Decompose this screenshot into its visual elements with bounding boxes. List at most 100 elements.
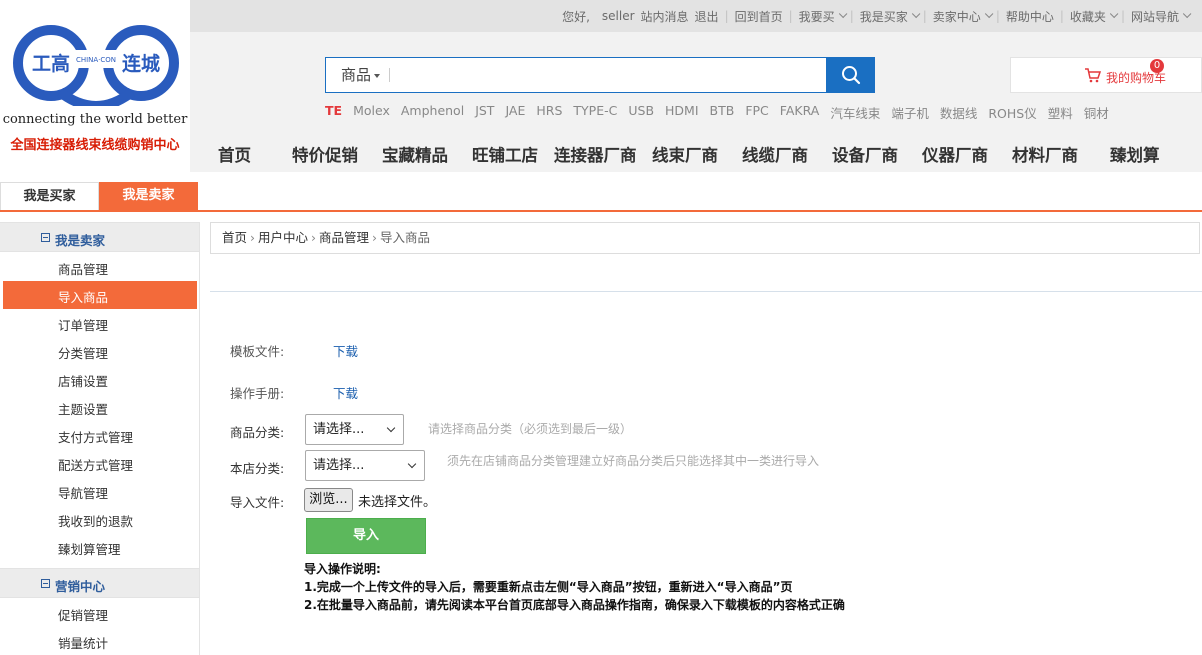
hot-word[interactable]: TE [325, 103, 342, 122]
nav-instrument-makers[interactable]: 仪器厂商 [922, 142, 988, 166]
favorites-menu[interactable]: 收藏夹 [1070, 8, 1106, 25]
hot-word[interactable]: 数据线 [940, 103, 978, 122]
search-button[interactable] [826, 57, 875, 93]
cart-button[interactable]: 我的购物车 0 [1010, 57, 1202, 93]
hot-word[interactable]: ROHS仪 [988, 103, 1036, 122]
hot-word[interactable]: Amphenol [401, 103, 464, 122]
manual-download-link[interactable]: 下载 [333, 383, 358, 402]
nav-treasures[interactable]: 宝藏精品 [382, 142, 448, 166]
search-bar: 商品 [325, 57, 875, 93]
logo-mark-icon: 工高 CHINA·CON 连城 [13, 25, 179, 106]
hot-word[interactable]: 汽车线束 [830, 103, 880, 122]
username-link[interactable]: seller [602, 9, 635, 23]
breadcrumb-home[interactable]: 首页 [222, 230, 247, 245]
divider: | [1059, 9, 1064, 23]
hot-word[interactable]: 端子机 [891, 103, 929, 122]
import-button[interactable]: 导入 [306, 518, 426, 554]
hot-word[interactable]: 铜材 [1084, 103, 1109, 122]
buyer-menu[interactable]: 我是买家 [860, 8, 908, 25]
site-logo[interactable]: 工高 CHINA·CON 连城 connecting the world bet… [0, 0, 190, 172]
divider [210, 291, 1202, 292]
buy-menu[interactable]: 我要买 [799, 8, 835, 25]
nav-equipment-makers[interactable]: 设备厂商 [832, 142, 898, 166]
chevron-down-icon [984, 9, 994, 19]
site-nav-menu[interactable]: 网站导航 [1131, 8, 1179, 25]
breadcrumb: 首页 › 用户中心 › 商品管理 › 导入商品 [210, 222, 1200, 254]
nav-material-makers[interactable]: 材料厂商 [1012, 142, 1078, 166]
search-input[interactable] [396, 60, 816, 90]
hot-word[interactable]: FPC [745, 103, 768, 122]
sidebar-item-theme-settings[interactable]: 主题设置 [58, 399, 108, 418]
sidebar-item-sales-stats[interactable]: 销量统计 [58, 633, 108, 652]
sidebar-item-shipping-methods[interactable]: 配送方式管理 [58, 455, 133, 474]
help-link[interactable]: 帮助中心 [1006, 8, 1054, 25]
browse-button[interactable]: 浏览... [304, 488, 353, 512]
breadcrumb-product-management[interactable]: 商品管理 [319, 230, 369, 245]
sidebar-item-deals-management[interactable]: 臻划算管理 [58, 539, 121, 558]
nav-deals[interactable]: 臻划算 [1110, 142, 1160, 166]
seller-center-menu[interactable]: 卖家中心 [933, 8, 981, 25]
template-download-link[interactable]: 下载 [333, 341, 358, 360]
store-category-select[interactable]: 请选择... [305, 450, 425, 481]
divider: | [922, 9, 927, 23]
hot-word[interactable]: TYPE-C [573, 103, 617, 122]
sidebar-item-store-settings[interactable]: 店铺设置 [58, 371, 108, 390]
sidebar-item-navigation[interactable]: 导航管理 [58, 483, 108, 502]
hot-word[interactable]: JAE [505, 103, 525, 122]
sidebar-item-refunds[interactable]: 我收到的退款 [58, 511, 133, 530]
logo-subtitle: 全国连接器线束线缆购销中心 [10, 138, 180, 153]
hot-word[interactable]: FAKRA [780, 103, 820, 122]
divider: | [849, 9, 854, 23]
sidebar-section-marketing[interactable]: 营销中心 [0, 568, 199, 598]
manual-label: 操作手册: [230, 386, 285, 401]
home-link[interactable]: 回到首页 [735, 8, 783, 25]
divider [389, 68, 390, 82]
sidebar-item-payment-methods[interactable]: 支付方式管理 [58, 427, 133, 446]
chevron-down-icon [911, 9, 921, 19]
sidebar-item-products[interactable]: 商品管理 [58, 259, 108, 278]
note-2: 2.在批量导入商品前，请先阅读本平台首页底部导入商品操作指南，确保录入下载模板的… [304, 598, 845, 612]
nav-connector-makers[interactable]: 连接器厂商 [554, 142, 637, 166]
logo-left-text: 工高 [32, 52, 70, 75]
note-1: 1.完成一个上传文件的导入后，需要重新点击左侧“导入商品”按钮，重新进入“导入商… [304, 580, 793, 594]
nav-stores[interactable]: 旺铺工店 [472, 142, 538, 166]
hot-word[interactable]: JST [475, 103, 494, 122]
sidebar-item-import-products[interactable]: 导入商品 [58, 287, 108, 306]
sidebar-section-label: 营销中心 [55, 579, 106, 594]
sidebar-item-orders[interactable]: 订单管理 [58, 315, 108, 334]
template-file-label: 模板文件: [230, 344, 285, 359]
hot-word[interactable]: HDMI [665, 103, 699, 122]
logo-slogan: connecting the world better [2, 112, 188, 127]
category-label: 商品分类: [230, 425, 285, 440]
collapse-icon [41, 579, 50, 588]
tab-buyer[interactable]: 我是买家 [0, 182, 99, 210]
nav-promotions[interactable]: 特价促销 [292, 142, 358, 166]
category-select[interactable]: 请选择... [305, 414, 404, 445]
nav-cable-makers[interactable]: 线缆厂商 [742, 142, 808, 166]
logo-mini-text: CHINA·CON [76, 56, 116, 64]
logout-link[interactable]: 退出 [695, 8, 719, 25]
sidebar-item-categories[interactable]: 分类管理 [58, 343, 108, 362]
hot-word[interactable]: USB [628, 103, 654, 122]
breadcrumb-user-center[interactable]: 用户中心 [258, 230, 308, 245]
sidebar-section-seller[interactable]: 我是卖家 [0, 222, 199, 252]
nav-harness-makers[interactable]: 线束厂商 [652, 142, 718, 166]
breadcrumb-separator-icon: › [372, 230, 378, 245]
top-bar: 您好, seller 站内消息 退出 | 回到首页 | 我要买 | 我是买家 |… [190, 0, 1202, 32]
messages-link[interactable]: 站内消息 [641, 8, 689, 25]
sidebar-item-promotions[interactable]: 促销管理 [58, 605, 108, 624]
divider: | [724, 9, 729, 23]
tab-seller[interactable]: 我是卖家 [99, 182, 198, 210]
store-category-hint: 须先在店铺商品分类管理建立好商品分类后只能选择其中一类进行导入 [447, 454, 820, 468]
chevron-down-icon [1182, 9, 1192, 19]
hot-word[interactable]: 塑料 [1048, 103, 1073, 122]
logo-right-text: 连城 [122, 52, 160, 75]
hot-word[interactable]: BTB [710, 103, 735, 122]
import-file-label: 导入文件: [230, 495, 285, 510]
hot-word[interactable]: HRS [536, 103, 562, 122]
cart-count-badge: 0 [1150, 59, 1164, 73]
search-category-select[interactable]: 商品 [326, 58, 390, 92]
nav-home[interactable]: 首页 [218, 142, 251, 166]
hot-word[interactable]: Molex [353, 103, 390, 122]
greeting-text: 您好, [562, 9, 590, 24]
